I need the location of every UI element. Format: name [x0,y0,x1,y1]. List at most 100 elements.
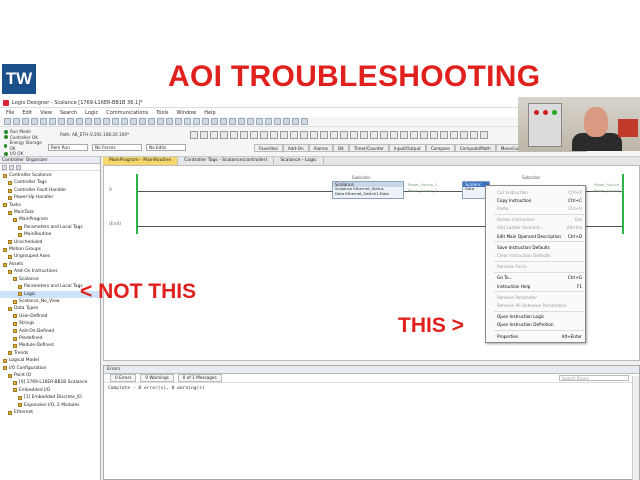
errors-filter-button[interactable]: 0 Errors [110,374,137,382]
toolbar-button-icon[interactable] [58,118,65,125]
tree-item[interactable]: MainRoutine [0,231,100,238]
toolbar-button-icon[interactable] [40,118,47,125]
tree-item[interactable]: Data Types [0,305,100,312]
tree-item[interactable]: Ethernet [0,409,100,416]
edits-dropdown[interactable]: No Edits [146,144,186,151]
toolbar-button-icon[interactable] [76,118,83,125]
tree-item[interactable]: Power-Up Handler [0,194,100,201]
tree-item[interactable]: Unscheduled [0,239,100,246]
toolbar-button-icon[interactable] [265,118,272,125]
toolbar-button-icon[interactable] [31,118,38,125]
ladder-instruction-icon[interactable] [480,131,488,139]
context-menu-item[interactable]: Open Instruction Definition [486,321,587,329]
editor-tab[interactable]: MainProgram - MainRoutine [103,157,179,165]
aoi-instruction-block[interactable]: Scalance Scalance Ethernet_Status Data E… [332,181,404,199]
tree-item[interactable]: Expansion I/O, 2 Modules [0,402,100,409]
editor-tab[interactable]: Scalance - Logic [274,157,324,165]
ladder-instruction-icon[interactable] [440,131,448,139]
toolbar-button-icon[interactable] [67,118,74,125]
toolbar-button-icon[interactable] [85,118,92,125]
expand-icon[interactable] [9,164,14,170]
instruction-tab[interactable]: Input/Output [388,144,426,152]
tree-item[interactable]: [0] 1769-L16ER-BB1B Scalance [0,379,100,386]
tree-item[interactable]: Parameters and Local Tags [0,224,100,231]
instruction-tab[interactable]: Favorites [254,144,283,152]
context-menu-item[interactable]: Save Instruction Defaults [486,243,587,251]
menu-logic[interactable]: Logic [85,110,98,116]
ladder-instruction-icon[interactable] [250,131,258,139]
instruction-tab[interactable]: Bit [333,144,349,152]
toolbar-button-icon[interactable] [121,118,128,125]
errors-search-input[interactable]: Search Errors [559,375,629,381]
tree-item[interactable]: [1] Embedded Discrete_IO [0,394,100,401]
toolbar-button-icon[interactable] [238,118,245,125]
ladder-instruction-icon[interactable] [260,131,268,139]
toolbar-button-icon[interactable] [229,118,236,125]
ladder-instruction-icon[interactable] [270,131,278,139]
context-menu-item[interactable]: Instruction Help F1 [486,282,587,290]
rem-run-dropdown[interactable]: Rem Run [48,144,88,151]
context-menu-item[interactable]: Edit Main Operand Description Ctrl+D [486,232,587,240]
tree-item[interactable]: Tasks [0,202,100,209]
tree-item[interactable]: Logical Model [0,357,100,364]
forces-dropdown[interactable]: No Forces [92,144,142,151]
toolbar-button-icon[interactable] [274,118,281,125]
menu-file[interactable]: File [6,110,14,116]
instruction-tab[interactable]: Compare [425,144,455,152]
ladder-instruction-icon[interactable] [300,131,308,139]
toolbar-button-icon[interactable] [157,118,164,125]
ladder-instruction-icon[interactable] [430,131,438,139]
toolbar-button-icon[interactable] [211,118,218,125]
ladder-instruction-icon[interactable] [230,131,238,139]
tree-item[interactable]: I/O Configuration [0,365,100,372]
context-menu-item[interactable]: Properties Alt+Enter [486,332,587,340]
ladder-instruction-icon[interactable] [290,131,298,139]
ladder-instruction-icon[interactable] [340,131,348,139]
context-menu-item[interactable]: Add Ladder Element... Alt+Ins [486,224,587,232]
errors-scrollbar[interactable] [632,376,639,480]
tree-item[interactable]: Point IO [0,372,100,379]
toolbar-button-icon[interactable] [193,118,200,125]
ladder-instruction-icon[interactable] [390,131,398,139]
context-menu-item[interactable]: Remove All Unknown Parameters [486,301,587,309]
toolbar-button-icon[interactable] [130,118,137,125]
tree-item[interactable]: Controller Scalance [0,172,100,179]
toolbar-button-icon[interactable] [292,118,299,125]
tree-item[interactable]: User-Defined [0,313,100,320]
menu-help[interactable]: Help [204,110,215,116]
ladder-instruction-icon[interactable] [470,131,478,139]
toolbar-button-icon[interactable] [103,118,110,125]
ladder-instruction-icon[interactable] [240,131,248,139]
ladder-instruction-icon[interactable] [280,131,288,139]
toolbar-button-icon[interactable] [202,118,209,125]
instruction-tab[interactable]: Timer/Counter [348,144,389,152]
tree-item[interactable]: Embedded I/O [0,387,100,394]
tree-item[interactable]: Controller Fault Handler [0,187,100,194]
tree-item[interactable]: Strings [0,320,100,327]
toolbar-button-icon[interactable] [184,118,191,125]
toolbar-button-icon[interactable] [22,118,29,125]
ladder-instruction-icon[interactable] [420,131,428,139]
ladder-instruction-icon[interactable] [210,131,218,139]
toolbar-button-icon[interactable] [13,118,20,125]
tree-item[interactable]: Ungrouped Axes [0,253,100,260]
ladder-instruction-icon[interactable] [450,131,458,139]
tree-item[interactable]: Trends [0,350,100,357]
menu-edit[interactable]: Edit [22,110,32,116]
instruction-tab[interactable]: Alarms [308,144,334,152]
toolbar-button-icon[interactable] [49,118,56,125]
toolbar-button-icon[interactable] [256,118,263,125]
menu-view[interactable]: View [40,110,52,116]
tree-item[interactable]: Controller Tags [0,179,100,186]
tree-item[interactable]: MainTask [0,209,100,216]
ladder-instruction-icon[interactable] [330,131,338,139]
instruction-tab[interactable]: Add-On [282,144,309,152]
toolbar-button-icon[interactable] [148,118,155,125]
warnings-filter-button[interactable]: 0 Warnings [140,374,174,382]
ladder-instruction-icon[interactable] [320,131,328,139]
tree-item[interactable]: MainProgram [0,216,100,223]
tree-item[interactable]: Add-On-Defined [0,328,100,335]
context-menu-item[interactable]: Remove Force [486,263,587,271]
ladder-instruction-icon[interactable] [200,131,208,139]
context-menu-item[interactable]: Copy Instruction Ctrl+C [486,196,587,204]
